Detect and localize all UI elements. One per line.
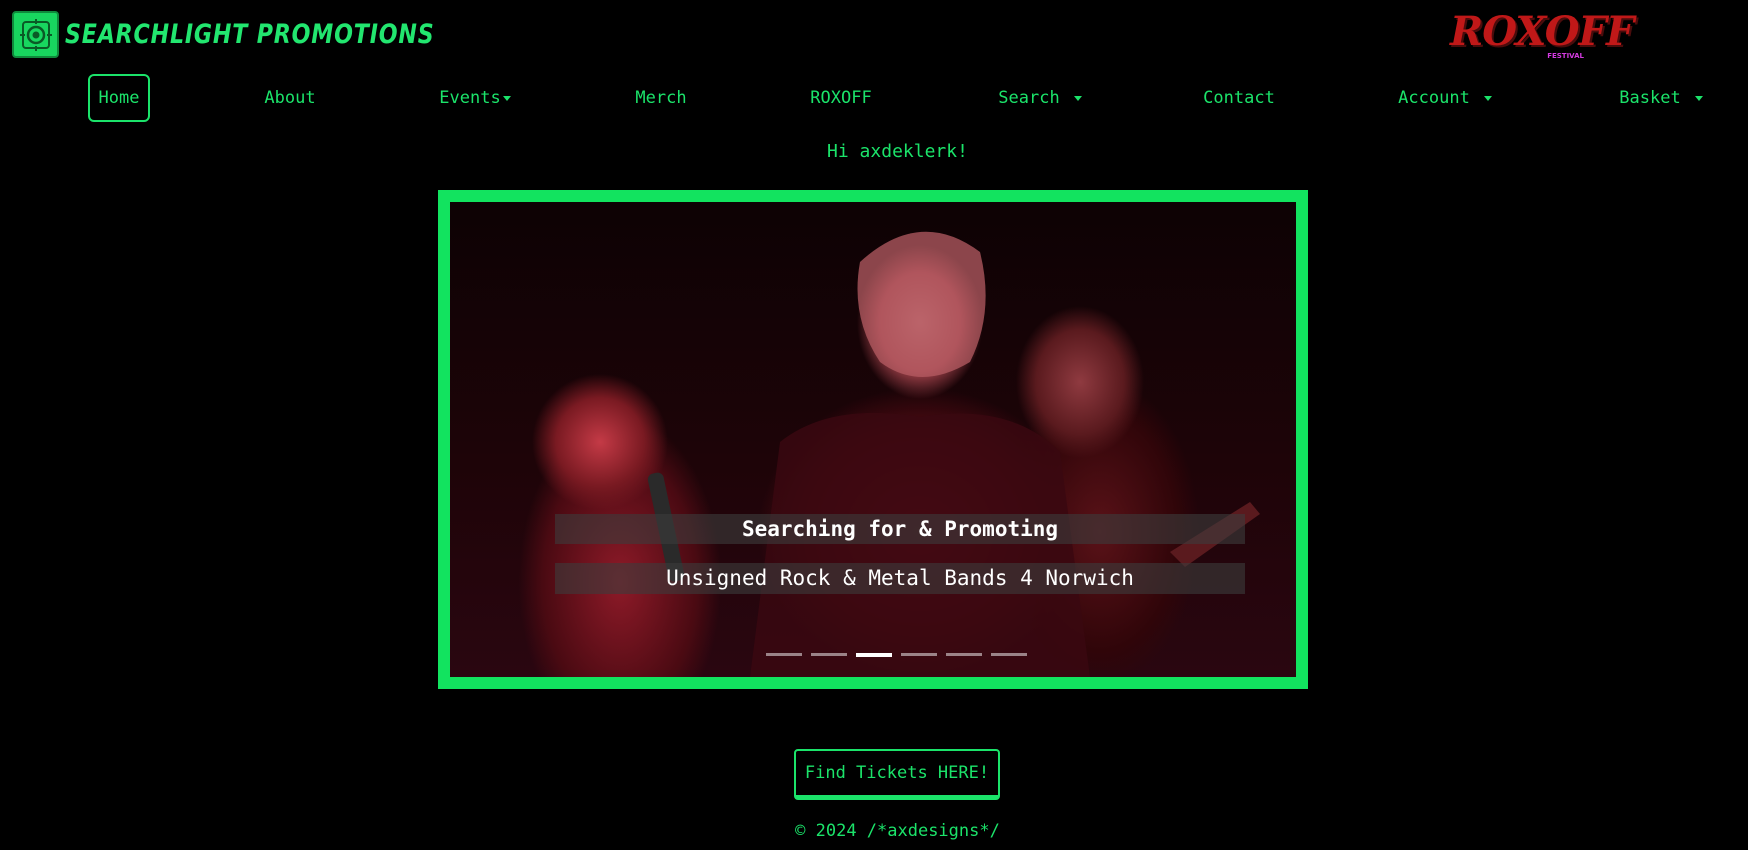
nav-account[interactable]: Account bbox=[1390, 74, 1500, 122]
carousel-indicator[interactable] bbox=[946, 653, 982, 656]
searchlight-icon bbox=[12, 11, 59, 58]
main-nav: Home About Events Merch ROXOFF Search Co… bbox=[0, 74, 1748, 122]
nav-search-label: Search bbox=[998, 88, 1060, 108]
carousel-indicators bbox=[766, 653, 1027, 657]
roxoff-logo-text: ROXOFF bbox=[1450, 8, 1634, 55]
footer-copyright: © 2024 /*axdesigns*/ bbox=[795, 821, 1000, 841]
nav-home[interactable]: Home bbox=[88, 74, 150, 122]
carousel-indicator[interactable] bbox=[991, 653, 1027, 656]
brand-name: SEARCHLIGHT PROMOTIONS bbox=[65, 19, 435, 50]
nav-merch[interactable]: Merch bbox=[621, 74, 701, 122]
brand[interactable]: SEARCHLIGHT PROMOTIONS bbox=[12, 11, 516, 58]
nav-events-label: Events bbox=[439, 88, 501, 108]
nav-basket[interactable]: Basket bbox=[1606, 74, 1716, 122]
find-tickets-button[interactable]: Find Tickets HERE! bbox=[794, 749, 1000, 800]
carousel-indicator[interactable] bbox=[811, 653, 847, 656]
roxoff-logo[interactable]: ROXOFF FESTIVAL bbox=[1450, 8, 1634, 60]
chevron-down-icon bbox=[502, 95, 511, 101]
nav-roxoff[interactable]: ROXOFF bbox=[796, 74, 886, 122]
carousel-caption-text: Unsigned Rock & Metal Bands 4 Norwich bbox=[555, 563, 1245, 594]
nav-about[interactable]: About bbox=[250, 74, 330, 122]
carousel-indicator-active[interactable] bbox=[856, 653, 892, 657]
greeting: Hi axdeklerk! bbox=[827, 141, 968, 162]
roxoff-logo-sub: FESTIVAL bbox=[1547, 52, 1584, 60]
nav-search[interactable]: Search bbox=[985, 74, 1095, 122]
carousel-indicator[interactable] bbox=[901, 653, 937, 656]
chevron-down-icon bbox=[1073, 95, 1082, 101]
carousel-caption-title: Searching for & Promoting bbox=[555, 514, 1245, 544]
chevron-down-icon bbox=[1694, 95, 1703, 101]
nav-basket-label: Basket bbox=[1619, 88, 1681, 108]
carousel-indicator[interactable] bbox=[766, 653, 802, 656]
nav-account-label: Account bbox=[1398, 88, 1470, 108]
nav-contact[interactable]: Contact bbox=[1194, 74, 1284, 122]
chevron-down-icon bbox=[1483, 95, 1492, 101]
hero-carousel[interactable]: Searching for & Promoting Unsigned Rock … bbox=[438, 190, 1308, 689]
band-photo bbox=[450, 202, 1296, 677]
nav-events[interactable]: Events bbox=[425, 74, 525, 122]
